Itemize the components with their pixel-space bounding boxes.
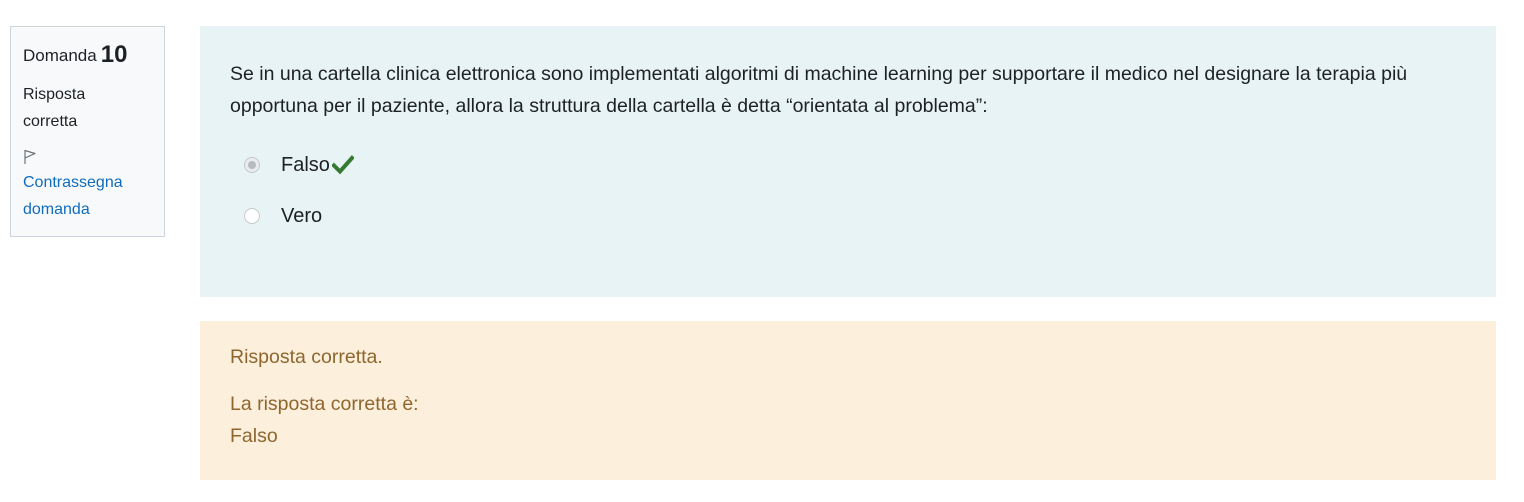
question-label: Domanda	[23, 46, 97, 65]
radio-falso[interactable]	[244, 157, 260, 173]
right-answer-label: La risposta corretta è:	[230, 393, 419, 415]
answer-option-falso[interactable]: Falso	[230, 152, 1466, 178]
feedback-text: Risposta corretta.	[230, 346, 383, 368]
flag-question-link[interactable]: Contrassegna domanda	[23, 169, 153, 223]
right-answer-value: Falso	[230, 425, 278, 447]
question-page: Domanda 10 Risposta corretta Contrassegna…	[0, 0, 1524, 502]
flag-icon	[24, 149, 36, 164]
question-info-panel: Domanda 10 Risposta corretta Contrassegna…	[10, 26, 165, 237]
radio-vero[interactable]	[244, 208, 260, 224]
question-formulation: Se in una cartella clinica elettronica s…	[200, 26, 1496, 297]
question-number-heading: Domanda 10	[23, 41, 152, 70]
question-outcome: Risposta corretta. La risposta corretta …	[200, 321, 1496, 480]
answer-option-vero[interactable]: Vero	[230, 203, 1466, 229]
question-number: 10	[100, 41, 128, 68]
check-icon	[331, 155, 354, 175]
question-text: Se in una cartella clinica elettronica s…	[230, 63, 1408, 117]
question-state: Risposta corretta	[23, 86, 86, 130]
answer-label-falso: Falso	[281, 153, 330, 176]
answer-options: Falso Vero	[230, 152, 1466, 229]
answer-label-vero: Vero	[281, 204, 323, 227]
